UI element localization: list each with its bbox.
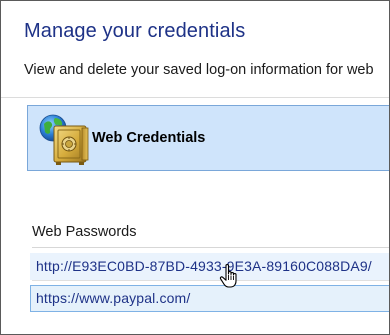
credential-url: https://www.paypal.com/: [36, 290, 191, 306]
credential-url: http://E93EC0BD-87BD-4933-9E3A-89160C088…: [36, 258, 372, 274]
web-passwords-heading: Web Passwords: [32, 224, 137, 240]
credential-manager-window: Manage your credentials View and delete …: [0, 0, 390, 335]
credential-row-paypal[interactable]: https://www.paypal.com/: [30, 285, 389, 312]
hand-pointer-icon: [219, 263, 237, 288]
page-subtitle: View and delete your saved log-on inform…: [24, 62, 374, 78]
section-divider: [32, 247, 389, 248]
row-divider: [32, 280, 389, 281]
vault-safe-globe-icon: [39, 114, 89, 165]
page-title: Manage your credentials: [24, 20, 246, 42]
header-divider: [1, 97, 389, 98]
credential-row-guid[interactable]: http://E93EC0BD-87BD-4933-9E3A-89160C088…: [30, 253, 389, 280]
vault-label: Web Credentials: [92, 130, 206, 146]
web-credentials-vault-tile[interactable]: Web Credentials: [27, 105, 389, 171]
